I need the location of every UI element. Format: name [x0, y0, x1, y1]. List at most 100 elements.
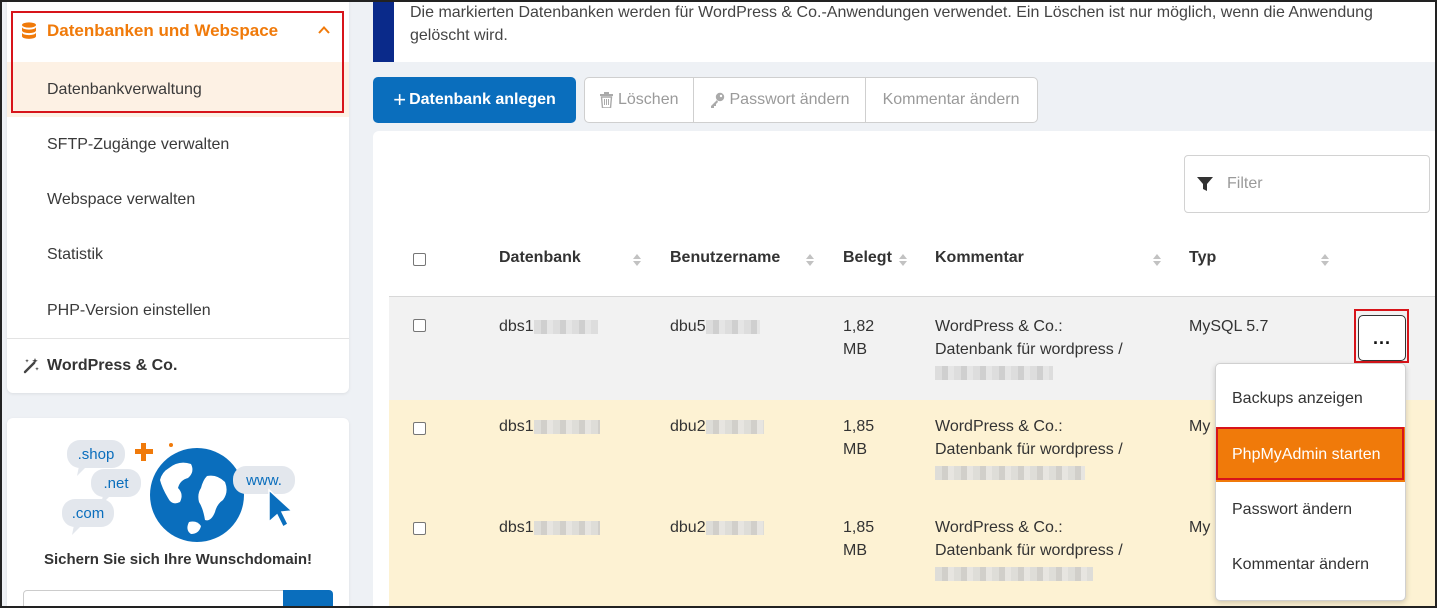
- sort-icon[interactable]: [898, 253, 908, 267]
- comment-line-1: WordPress & Co.:: [935, 418, 1063, 435]
- row-actions-menu: Backups anzeigen PhpMyAdmin starten Pass…: [1215, 363, 1406, 601]
- username: dbu5: [670, 318, 706, 335]
- menu-item-change-password[interactable]: Passwort ändern: [1216, 482, 1405, 537]
- cell-size: 1,85 MB: [843, 415, 874, 461]
- sidebar-item-wordpress[interactable]: WordPress & Co.: [7, 339, 349, 393]
- cell-database: dbs1: [499, 315, 598, 338]
- username: dbu2: [670, 418, 706, 435]
- domain-globe-illustration: .shop .net .com www.: [62, 440, 295, 542]
- highlight-box-phpmyadmin: [1216, 427, 1404, 480]
- domain-promo-card: .shop .net .com www. Sichern Sie sich Ih…: [7, 418, 349, 608]
- delete-button[interactable]: Löschen: [585, 78, 694, 122]
- key-icon: [710, 92, 724, 108]
- sidebar-item-label: PHP-Version einstellen: [47, 301, 211, 319]
- create-database-label: Datenbank anlegen: [409, 91, 556, 108]
- database-name: dbs1: [499, 318, 534, 335]
- promo-title: Sichern Sie sich Ihre Wunschdomain!: [43, 551, 313, 568]
- cell-comment: WordPress & Co.: Datenbank für wordpress …: [935, 516, 1123, 585]
- size-value: 1,85: [843, 418, 875, 435]
- size-value: 1,82: [843, 318, 875, 335]
- redacted-text: [533, 319, 598, 334]
- promo-tag-net: .net: [103, 475, 129, 492]
- trash-icon: [600, 92, 613, 108]
- redacted-text: [705, 319, 760, 334]
- column-header-benutzername[interactable]: Benutzername: [670, 249, 780, 271]
- size-value: 1,85: [843, 519, 875, 536]
- cell-username: dbu2: [670, 415, 764, 438]
- cell-comment: WordPress & Co.: Datenbank für wordpress …: [935, 415, 1123, 484]
- sidebar-item-statistik[interactable]: Statistik: [7, 227, 349, 282]
- redacted-text: [935, 566, 1093, 581]
- cell-size: 1,82 MB: [843, 315, 874, 361]
- column-header-typ[interactable]: Typ: [1189, 249, 1216, 271]
- sort-icon[interactable]: [1320, 253, 1330, 267]
- row-checkbox[interactable]: [413, 319, 426, 332]
- redacted-text: [705, 520, 764, 535]
- cell-size: 1,85 MB: [843, 516, 874, 562]
- domain-search-button[interactable]: [283, 590, 333, 608]
- row-checkbox[interactable]: [413, 522, 426, 535]
- create-database-button[interactable]: + Datenbank anlegen: [373, 77, 576, 123]
- highlight-box-actions: [1354, 309, 1409, 363]
- size-unit: MB: [843, 441, 867, 458]
- comment-line-1: WordPress & Co.:: [935, 519, 1063, 536]
- comment-line-1: WordPress & Co.:: [935, 318, 1063, 335]
- menu-item-label: Passwort ändern: [1232, 500, 1353, 518]
- column-header-kommentar[interactable]: Kommentar: [935, 249, 1024, 271]
- select-all-checkbox[interactable]: [413, 253, 426, 266]
- toolbar-button-group: Löschen Passwort ändern Kommentar ändern: [584, 77, 1038, 123]
- redacted-text: [533, 520, 600, 535]
- sidebar-item-label: Webspace verwalten: [47, 190, 196, 208]
- cell-username: dbu2: [670, 516, 764, 539]
- highlight-box-sidebar: [11, 11, 344, 113]
- sidebar-item-webspace[interactable]: Webspace verwalten: [7, 172, 349, 227]
- promo-tag-shop: .shop: [78, 446, 115, 463]
- comment-line-2: Datenbank für wordpress /: [935, 441, 1123, 458]
- column-header-datenbank[interactable]: Datenbank: [499, 249, 581, 271]
- plus-icon: +: [393, 87, 407, 112]
- filter-input[interactable]: [1227, 175, 1407, 193]
- menu-item-label: Backups anzeigen: [1232, 389, 1363, 407]
- change-password-label: Passwort ändern: [729, 91, 850, 108]
- cell-type: MySQL 5.7: [1189, 318, 1269, 335]
- cell-type: My: [1189, 418, 1211, 435]
- delete-label: Löschen: [618, 91, 679, 108]
- notice-text: Die markierten Datenbanken werden für Wo…: [410, 4, 1373, 44]
- redacted-text: [935, 365, 1053, 380]
- database-name: dbs1: [499, 418, 534, 435]
- cell-database: dbs1: [499, 516, 600, 539]
- sidebar-wordpress-label: WordPress & Co.: [47, 357, 178, 374]
- menu-item-backups[interactable]: Backups anzeigen: [1216, 371, 1405, 426]
- menu-item-label: Kommentar ändern: [1232, 555, 1369, 573]
- row-checkbox[interactable]: [413, 422, 426, 435]
- size-unit: MB: [843, 341, 867, 358]
- database-name: dbs1: [499, 519, 534, 536]
- comment-line-2: Datenbank für wordpress /: [935, 341, 1123, 358]
- username: dbu2: [670, 519, 706, 536]
- sidebar-item-label: SFTP-Zugänge verwalten: [47, 135, 230, 153]
- redacted-text: [705, 419, 764, 434]
- cell-username: dbu5: [670, 315, 760, 338]
- cell-comment: WordPress & Co.: Datenbank für wordpress …: [935, 315, 1123, 384]
- change-password-button[interactable]: Passwort ändern: [694, 78, 866, 122]
- info-notice: Die markierten Datenbanken werden für Wo…: [373, 0, 1437, 62]
- comment-line-2: Datenbank für wordpress /: [935, 542, 1123, 559]
- filter-icon: [1197, 177, 1213, 191]
- promo-tag-com: .com: [72, 505, 105, 522]
- change-comment-label: Kommentar ändern: [882, 91, 1020, 108]
- sort-icon[interactable]: [1152, 253, 1162, 267]
- cell-database: dbs1: [499, 415, 600, 438]
- cell-type: My: [1189, 519, 1211, 536]
- filter-field[interactable]: [1184, 155, 1430, 213]
- domain-search-input[interactable]: [23, 590, 285, 608]
- sidebar-item-php-version[interactable]: PHP-Version einstellen: [7, 283, 349, 338]
- redacted-text: [533, 419, 600, 434]
- magic-wand-icon: [23, 358, 39, 374]
- sort-icon[interactable]: [632, 253, 642, 267]
- menu-item-change-comment[interactable]: Kommentar ändern: [1216, 537, 1405, 592]
- sort-icon[interactable]: [805, 253, 815, 267]
- change-comment-button[interactable]: Kommentar ändern: [866, 78, 1037, 122]
- column-header-belegt[interactable]: Belegt: [843, 249, 892, 271]
- sidebar-item-label: Statistik: [47, 245, 104, 263]
- sidebar-item-sftp[interactable]: SFTP-Zugänge verwalten: [7, 117, 349, 172]
